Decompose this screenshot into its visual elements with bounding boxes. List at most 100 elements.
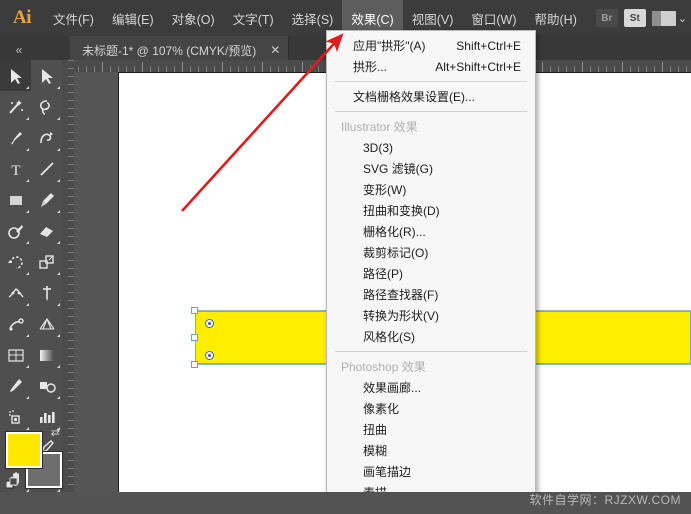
scale-tool[interactable] [31, 246, 62, 277]
paintbrush-tool[interactable] [31, 184, 62, 215]
ruler-tick [78, 66, 79, 72]
mesh-tool[interactable] [0, 339, 31, 370]
ruler-tick [68, 388, 74, 389]
menu-option-label: 应用"拱形"(A) [353, 39, 426, 53]
selection-handle-top-left[interactable] [191, 307, 198, 314]
paintbrush-icon [40, 192, 54, 207]
menu-option-1-0[interactable]: 文档栅格效果设置(E)... [327, 86, 535, 107]
menu-option-label: 效果画廊... [363, 381, 422, 395]
arrange-documents-icon[interactable] [651, 10, 676, 26]
menu-option-2-1[interactable]: SVG 滤镜(G) [327, 158, 535, 179]
anchor-point-upper[interactable] [205, 319, 214, 328]
line-segment-tool[interactable] [31, 153, 62, 184]
curvature-icon [39, 131, 53, 143]
ruler-tick [102, 62, 103, 72]
default-fill-stroke-icon[interactable] [6, 478, 18, 490]
shape-builder-tool[interactable] [0, 308, 31, 339]
effect-menu-dropdown[interactable]: 应用"拱形"(A) Shift+Ctrl+E 拱形... Alt+Shift+Ctrl… [326, 30, 536, 514]
menu-option-3-4[interactable]: 画笔描边 [327, 461, 535, 482]
ruler-tick [590, 66, 591, 72]
chevron-down-icon[interactable]: ⌄ [678, 12, 687, 25]
swap-fill-stroke-icon[interactable]: ⇄ [51, 426, 60, 439]
menu-option-3-3[interactable]: 模糊 [327, 440, 535, 461]
ruler-tick [574, 66, 575, 72]
eyedropper-tool[interactable] [0, 370, 31, 401]
perspective-grid-tool[interactable] [31, 308, 62, 339]
menu-separator [335, 111, 527, 112]
menu-option-label: 变形(W) [363, 183, 407, 197]
menu-option-2-9[interactable]: 风格化(S) [327, 326, 535, 347]
scale-icon [38, 254, 54, 269]
ruler-tick [134, 66, 135, 72]
direct-selection-tool[interactable] [31, 60, 62, 91]
menu-item-0[interactable]: 文件(F) [44, 0, 103, 36]
ruler-tick [86, 66, 87, 72]
menu-option-label: 3D(3) [363, 140, 394, 155]
pen-tool[interactable] [0, 122, 31, 153]
curvature-tool[interactable] [31, 122, 62, 153]
ruler-tick [566, 66, 567, 72]
width-icon [8, 287, 24, 298]
illustrator-window: Ai 文件(F) 编辑(E) 对象(O) 文字(T) 选择(S) 效果(C) 视图(V) 窗口… [0, 0, 691, 514]
shaper-tool[interactable] [0, 215, 31, 246]
ruler-tick [68, 468, 74, 469]
ruler-tick [68, 260, 74, 261]
ruler-tick [68, 92, 74, 93]
menu-option-2-0[interactable]: 3D(3) [327, 137, 535, 158]
magic-wand-tool[interactable] [0, 91, 31, 122]
menu-option-label: 转换为形状(V) [363, 309, 439, 323]
selection-tool[interactable] [0, 60, 31, 91]
vertical-ruler[interactable] [62, 60, 74, 514]
ruler-tick [68, 436, 74, 437]
ruler-tick [68, 228, 74, 229]
menu-option-2-5[interactable]: 裁剪标记(O) [327, 242, 535, 263]
svg-text:T: T [11, 163, 20, 179]
menu-option-2-7[interactable]: 路径查找器(F) [327, 284, 535, 305]
gradient-tool[interactable] [31, 339, 62, 370]
menu-option-3-1[interactable]: 像素化 [327, 398, 535, 419]
menu-item-1[interactable]: 编辑(E) [103, 0, 163, 36]
ruler-tick [68, 100, 74, 101]
symbol-sprayer-tool[interactable] [0, 401, 31, 432]
eraser-tool[interactable] [31, 215, 62, 246]
magic-wand-icon [8, 99, 23, 114]
menu-option-2-2[interactable]: 变形(W) [327, 179, 535, 200]
anchor-point-lower[interactable] [205, 351, 214, 360]
menu-option-2-8[interactable]: 转换为形状(V) [327, 305, 535, 326]
ruler-tick [670, 66, 671, 72]
rectangle-tool[interactable] [0, 184, 31, 215]
document-tab-title: 未标题-1* @ 107% (CMYK/预览) [82, 43, 257, 58]
menu-option-2-6[interactable]: 路径(P) [327, 263, 535, 284]
stock-button[interactable]: St [623, 9, 646, 27]
lasso-tool[interactable] [31, 91, 62, 122]
menu-separator [335, 81, 527, 82]
fill-swatch[interactable] [6, 432, 42, 468]
ruler-tick [68, 452, 74, 453]
ruler-tick [614, 66, 615, 72]
width-tool[interactable] [0, 277, 31, 308]
free-transform-tool[interactable] [31, 277, 62, 308]
menu-option-0-0[interactable]: 应用"拱形"(A) Shift+Ctrl+E [327, 35, 535, 56]
menu-option-0-1[interactable]: 拱形... Alt+Shift+Ctrl+E [327, 56, 535, 77]
collapse-panel-icon[interactable]: « [6, 40, 32, 60]
type-tool[interactable]: T [0, 153, 31, 184]
ruler-tick [206, 66, 207, 72]
rotate-tool[interactable] [0, 246, 31, 277]
menu-item-3[interactable]: 文字(T) [224, 0, 283, 36]
lasso-icon [39, 99, 50, 115]
ruler-tick [150, 66, 151, 72]
ruler-tick [582, 62, 583, 72]
ruler-tick [68, 332, 74, 333]
selection-handle-bottom-left[interactable] [191, 361, 198, 368]
menu-option-2-3[interactable]: 扭曲和变换(D) [327, 200, 535, 221]
blend-tool[interactable] [31, 370, 62, 401]
close-icon[interactable]: ✕ [270, 43, 280, 57]
menu-option-2-4[interactable]: 栅格化(R)... [327, 221, 535, 242]
menu-option-3-2[interactable]: 扭曲 [327, 419, 535, 440]
selection-handle-middle-left[interactable] [191, 334, 198, 341]
menu-option-3-0[interactable]: 效果画廊... [327, 377, 535, 398]
menu-item-2[interactable]: 对象(O) [163, 0, 224, 36]
bridge-button[interactable]: Br [595, 9, 618, 27]
ruler-tick [68, 356, 74, 357]
ruler-tick [68, 68, 74, 69]
